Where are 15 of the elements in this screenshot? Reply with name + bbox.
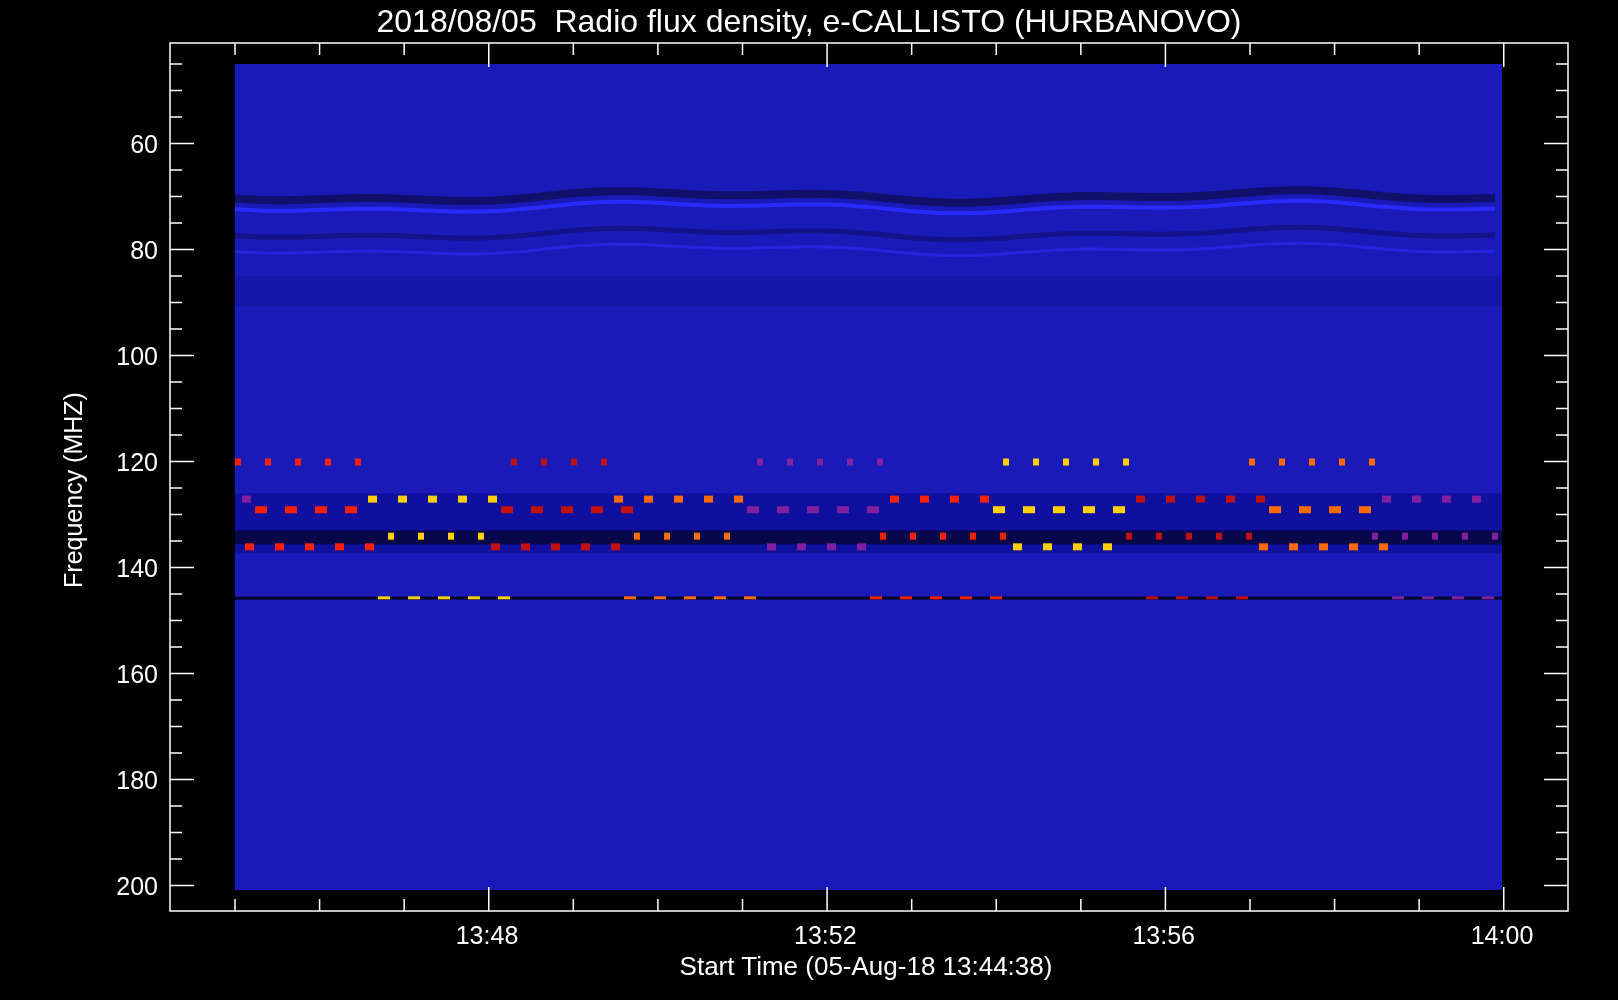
y-tick-label: 80 (130, 235, 158, 264)
x-tick-label: 13:56 (1132, 921, 1195, 949)
x-axis-label: Start Time (05-Aug-18 13:44:38) (679, 951, 1053, 981)
y-tick-label: 60 (130, 129, 158, 158)
x-tick-label: 13:48 (455, 921, 519, 949)
y-tick-label: 100 (116, 341, 158, 370)
y-tick-label: 200 (116, 871, 158, 900)
y-tick-label: 140 (116, 553, 158, 582)
x-tick-label: 14:00 (1470, 921, 1534, 949)
y-axis-label: Frequency (MHZ) (59, 392, 87, 588)
y-tick-label: 180 (116, 765, 158, 794)
y-tick-label: 120 (116, 447, 158, 476)
y-tick-label: 160 (116, 659, 158, 688)
x-tick-label: 13:52 (794, 921, 857, 949)
chart-title: 2018/08/05 Radio flux density, e-CALLISTO (HURBANOVO) (376, 3, 1242, 39)
